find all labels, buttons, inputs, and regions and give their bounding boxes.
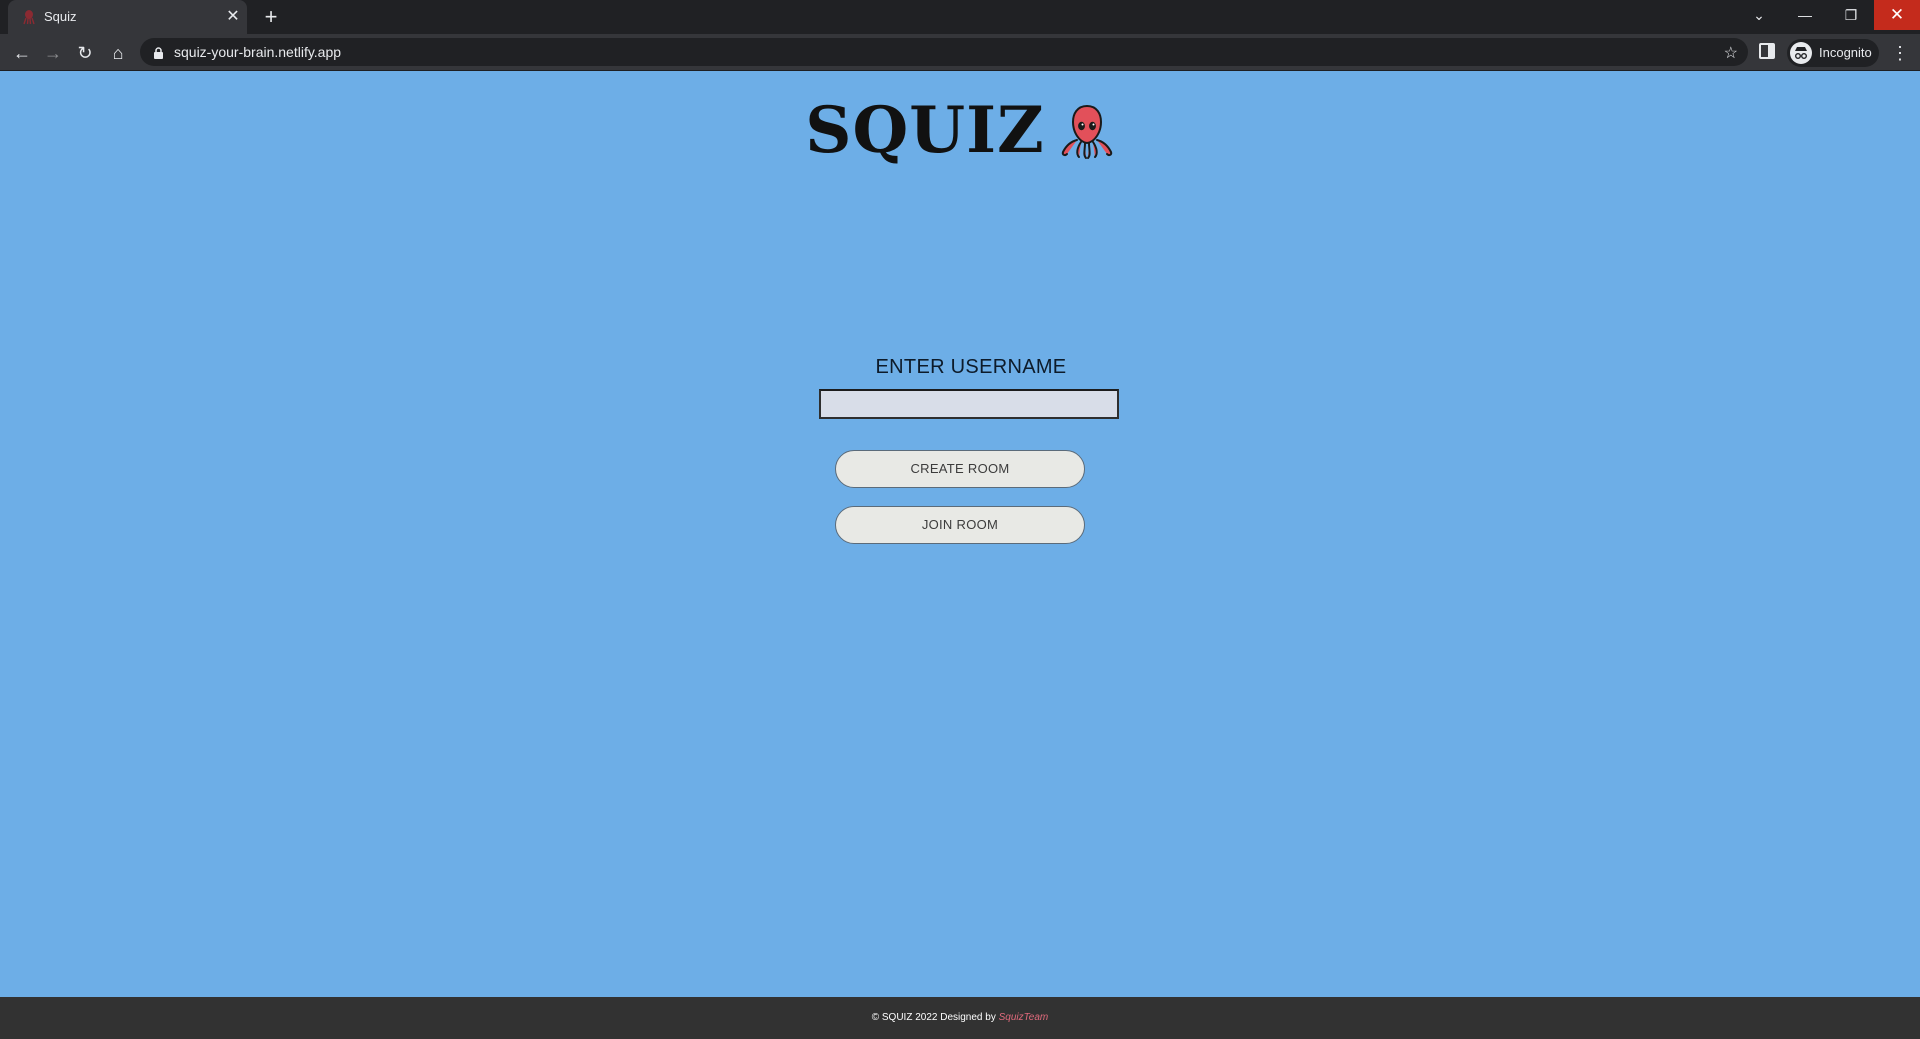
logo: SQUIZ	[0, 93, 1920, 168]
logo-text: SQUIZ	[805, 93, 1045, 168]
back-arrow-icon[interactable]: ←	[8, 39, 36, 67]
footer-team-link[interactable]: SquizTeam	[999, 1012, 1049, 1023]
incognito-profile-button[interactable]: Incognito	[1787, 39, 1879, 67]
home-icon[interactable]: ⌂	[104, 39, 132, 67]
incognito-label: Incognito	[1819, 45, 1872, 60]
window-close-icon[interactable]: ✕	[1874, 0, 1920, 30]
address-bar[interactable]: squiz-your-brain.netlify.app ☆	[140, 38, 1748, 66]
restore-icon[interactable]: ❐	[1828, 0, 1874, 30]
side-panel-icon[interactable]	[1759, 43, 1775, 59]
forward-arrow-icon[interactable]: →	[39, 39, 67, 67]
page-content: SQUIZ ENTER USERNAME CREATE ROOM JOIN RO…	[0, 71, 1920, 997]
browser-tab[interactable]: Squiz ✕	[8, 0, 247, 34]
lock-icon[interactable]	[153, 46, 164, 59]
octopus-icon	[1059, 102, 1115, 160]
join-room-button[interactable]: JOIN ROOM	[835, 506, 1085, 544]
octopus-favicon-icon	[21, 9, 37, 25]
footer-copyright: © SQUIZ 2022 Designed by	[871, 1012, 999, 1023]
minimize-icon[interactable]: —	[1782, 0, 1828, 30]
browser-toolbar: ← → ↻ ⌂ squiz-your-brain.netlify.app ☆ I…	[0, 34, 1920, 71]
reload-icon[interactable]: ↻	[71, 39, 99, 67]
bookmark-star-icon[interactable]: ☆	[1724, 43, 1738, 63]
browser-tab-strip: Squiz ✕ + ⌄ — ❐ ✕	[0, 0, 1920, 34]
incognito-icon	[1790, 42, 1812, 64]
username-input[interactable]	[819, 389, 1119, 419]
kebab-menu-icon[interactable]: ⋮	[1890, 39, 1910, 67]
username-label: ENTER USERNAME	[875, 356, 1067, 378]
search-tabs-icon[interactable]: ⌄	[1736, 0, 1782, 30]
url-text: squiz-your-brain.netlify.app	[174, 44, 342, 60]
footer: © SQUIZ 2022 Designed by SquizTeam	[0, 997, 1920, 1039]
new-tab-icon[interactable]: +	[259, 5, 283, 29]
tab-title: Squiz	[44, 9, 77, 24]
tab-close-icon[interactable]: ✕	[223, 7, 243, 27]
create-room-button[interactable]: CREATE ROOM	[835, 450, 1085, 488]
